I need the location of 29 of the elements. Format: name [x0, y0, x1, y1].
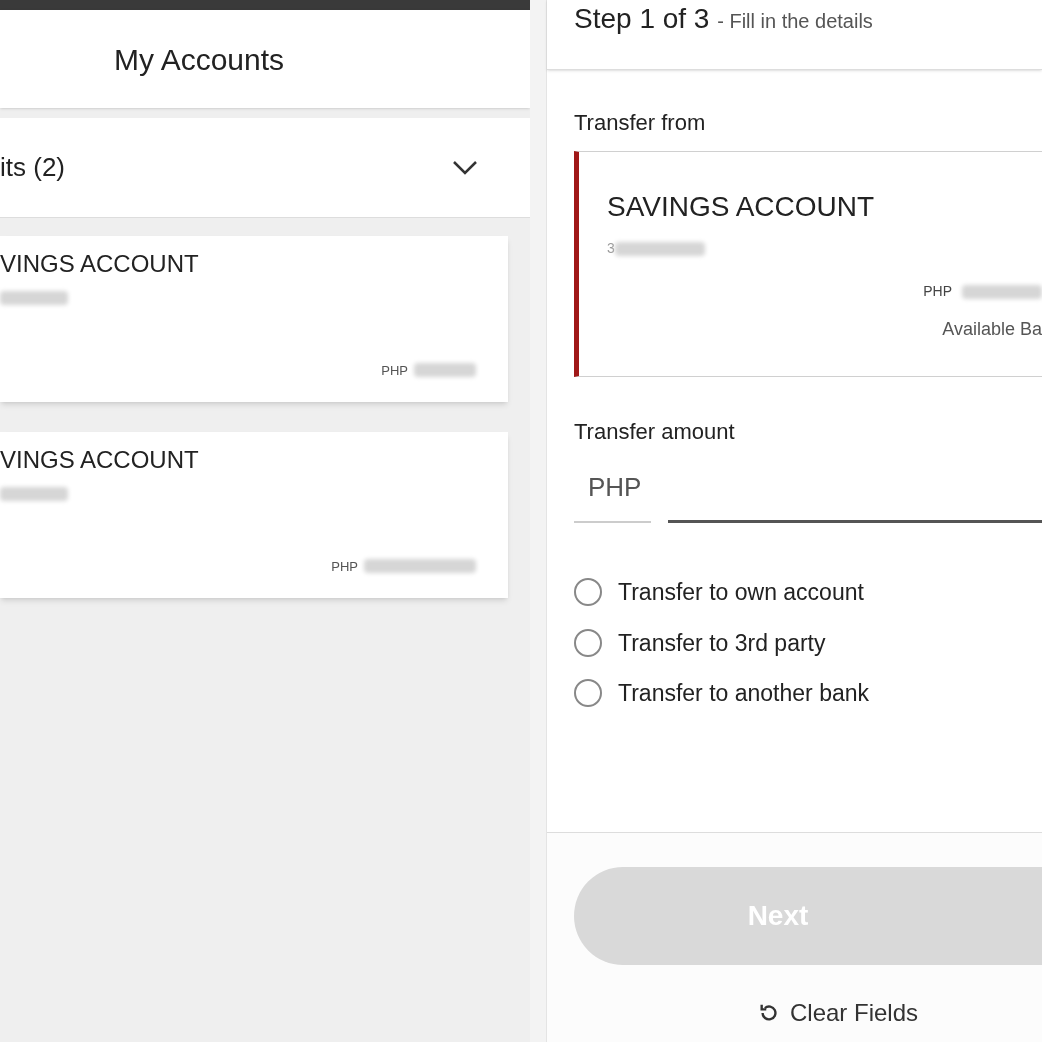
source-account-card[interactable]: SAVINGS ACCOUNT 3 PHP Available Ba — [574, 151, 1042, 377]
field-label: Transfer amount — [574, 418, 736, 446]
radio-button[interactable] — [574, 679, 602, 708]
account-name: VINGS ACCOUNT — [0, 446, 200, 474]
account-number: 3 — [607, 239, 615, 258]
blurred-value — [414, 363, 476, 378]
currency-label: PHP — [331, 557, 358, 576]
radio-label[interactable]: Transfer to own account — [618, 575, 864, 610]
radio-label[interactable]: Transfer to another bank — [618, 676, 869, 711]
currency-label: PHP — [923, 282, 952, 301]
radio-label[interactable]: Transfer to 3rd party — [618, 625, 826, 660]
step-indicator: Step 1 of 3 - Fill in the details — [574, 2, 874, 36]
account-name: SAVINGS ACCOUNT — [607, 190, 876, 224]
balance-label: Available Ba — [942, 318, 1042, 341]
account-card[interactable]: VINGS ACCOUNT PHP — [0, 432, 508, 598]
reset-icon — [757, 1002, 780, 1024]
currency-prefix: PHP — [574, 468, 651, 523]
blurred-value — [0, 487, 68, 501]
radio-button[interactable] — [574, 628, 602, 657]
currency-label: PHP — [381, 361, 408, 380]
chevron-icon — [452, 159, 478, 176]
account-card[interactable]: VINGS ACCOUNT PHP — [0, 236, 508, 402]
account-name: VINGS ACCOUNT — [0, 250, 200, 278]
blurred-value — [0, 291, 68, 305]
clear-fields-button[interactable]: Clear Fields — [757, 995, 918, 1031]
field-label: Transfer from — [574, 109, 707, 137]
radio-button[interactable] — [574, 578, 602, 607]
screen-title: My Accounts — [114, 41, 285, 78]
section-header[interactable]: its (2) — [0, 118, 530, 218]
